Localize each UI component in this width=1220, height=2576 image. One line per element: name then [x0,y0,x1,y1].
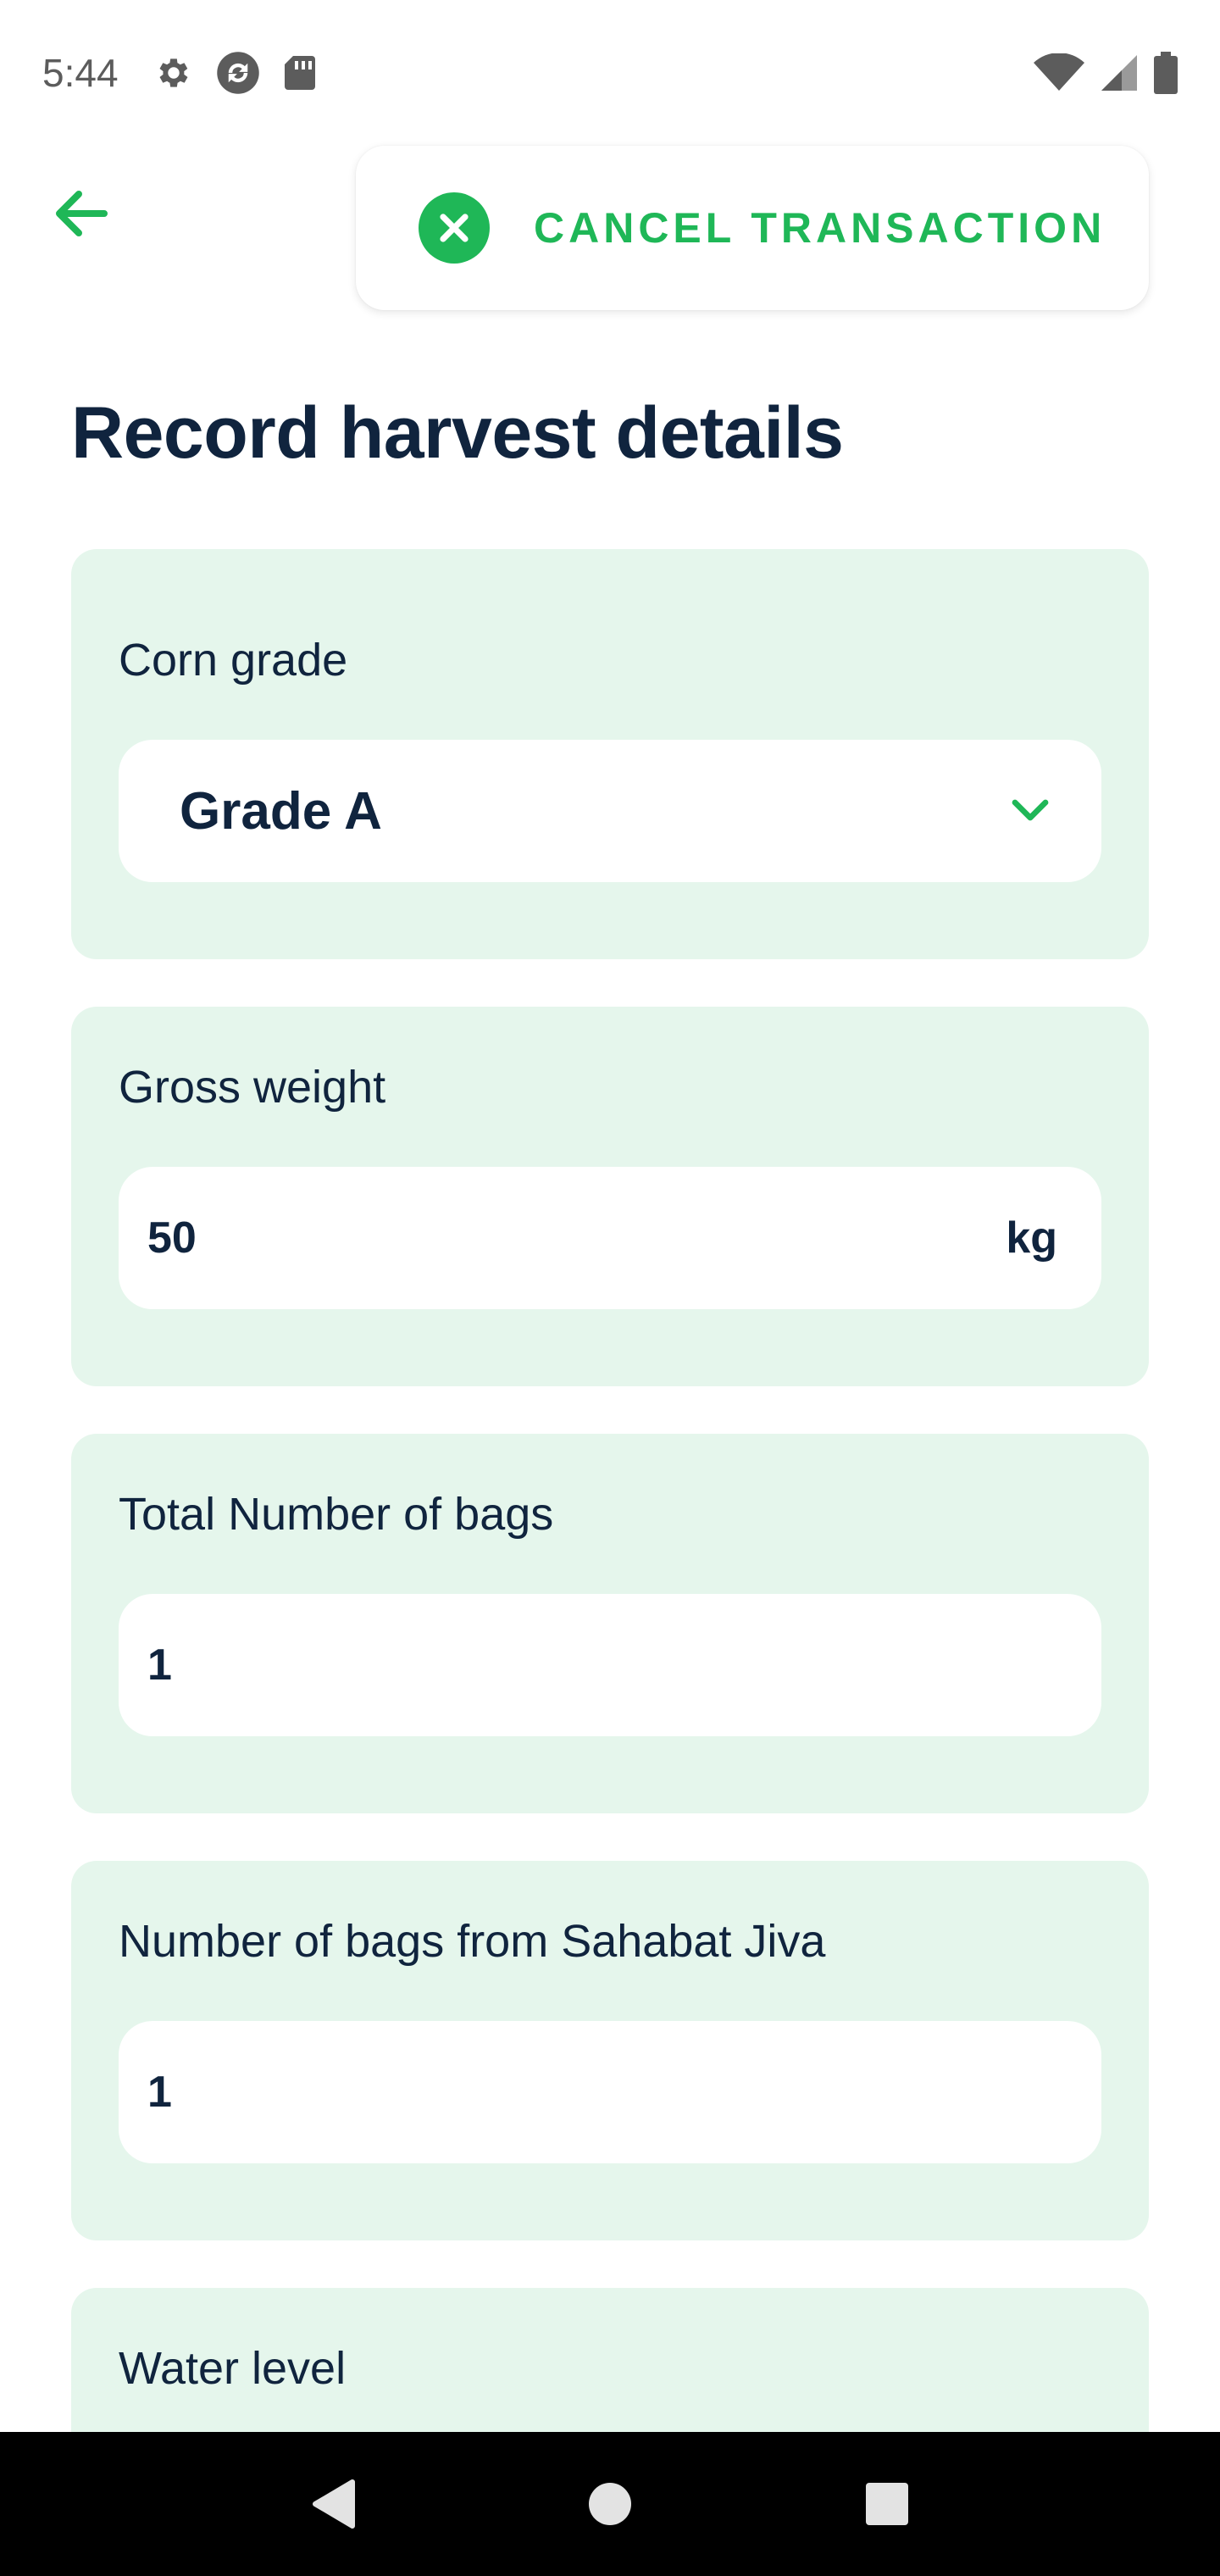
corn-grade-label: Corn grade [119,635,348,686]
battery-icon [1154,52,1178,94]
corn-grade-value: Grade A [180,781,382,841]
status-time: 5:44 [42,51,119,95]
triangle-back-icon [313,2479,356,2529]
navigation-bar [0,2432,1220,2576]
water-level-label: Water level [119,2343,347,2394]
page-title: Record harvest details [71,392,844,474]
sahabat-jiva-bags-card: Number of bags from Sahabat Jiva 1 [71,1861,1149,2240]
nav-back-button[interactable] [295,2466,371,2542]
total-bags-value: 1 [147,1641,172,1690]
nav-home-button[interactable] [572,2466,648,2542]
corn-grade-select[interactable]: Grade A [119,740,1101,882]
close-circle-icon [419,192,490,264]
status-bar: 5:44 [0,0,1220,146]
corn-grade-card: Corn grade Grade A [71,549,1149,959]
water-level-card: Water level [71,2288,1149,2432]
gear-icon [154,53,193,92]
sync-icon [215,50,261,96]
total-bags-card: Total Number of bags 1 [71,1434,1149,1813]
total-bags-input[interactable]: 1 [119,1594,1101,1736]
nav-recents-button[interactable] [849,2466,925,2542]
arrow-left-icon [55,190,108,241]
sahabat-jiva-bags-label: Number of bags from Sahabat Jiva [119,1916,826,1967]
gross-weight-value: 50 [147,1213,197,1263]
gross-weight-card: Gross weight 50 kg [71,1007,1149,1386]
back-button[interactable] [47,181,115,249]
gross-weight-label: Gross weight [119,1062,386,1113]
status-left-icons [154,50,317,96]
status-right-icons [1034,52,1178,94]
cancel-transaction-label: CANCEL TRANSACTION [534,204,1106,252]
gross-weight-input[interactable]: 50 kg [119,1167,1101,1309]
cell-signal-icon [1100,53,1139,92]
square-recents-icon [865,2483,908,2525]
chevron-down-icon [1012,799,1049,823]
cancel-transaction-button[interactable]: CANCEL TRANSACTION [356,146,1149,310]
total-bags-label: Total Number of bags [119,1489,554,1540]
sahabat-jiva-bags-value: 1 [147,2068,172,2117]
sahabat-jiva-bags-input[interactable]: 1 [119,2021,1101,2163]
weight-unit: kg [1006,1213,1057,1263]
wifi-icon [1034,53,1084,92]
circle-home-icon [588,2483,631,2525]
sd-card-icon [283,54,317,92]
